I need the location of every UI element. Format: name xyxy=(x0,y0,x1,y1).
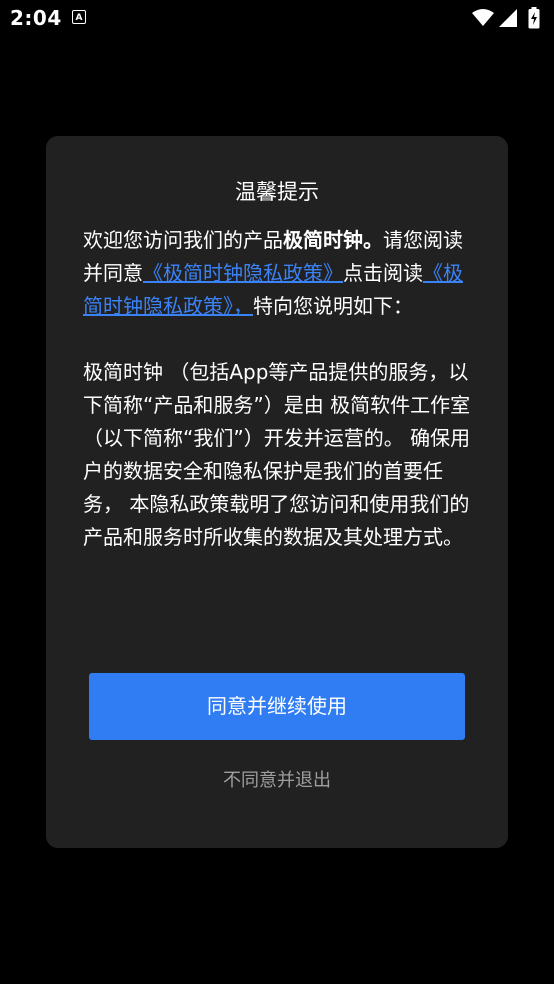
dialog-body: 欢迎您访问我们的产品极简时钟。请您阅读并同意《极简时钟隐私政策》点击阅读《极简时… xyxy=(83,224,479,554)
intro-text-3: 点击阅读 xyxy=(343,261,423,285)
status-bar: 2:04 A xyxy=(0,0,554,40)
privacy-dialog: 温馨提示 欢迎您访问我们的产品极简时钟。请您阅读并同意《极简时钟隐私政策》点击阅… xyxy=(46,136,508,848)
status-icons xyxy=(472,7,542,29)
intro-paragraph: 欢迎您访问我们的产品极简时钟。请您阅读并同意《极简时钟隐私政策》点击阅读《极简时… xyxy=(83,224,479,323)
battery-charging-icon xyxy=(528,7,540,29)
status-time: 2:04 xyxy=(10,6,62,30)
disagree-exit-button[interactable]: 不同意并退出 xyxy=(46,766,508,792)
privacy-policy-link-1[interactable]: 《极简时钟隐私政策》 xyxy=(143,261,343,285)
wifi-icon xyxy=(472,9,494,26)
agree-continue-button[interactable]: 同意并继续使用 xyxy=(89,673,465,740)
intro-text-4: 特向您说明如下： xyxy=(253,294,413,318)
intro-text-1: 欢迎您访问我们的产品 xyxy=(83,228,283,252)
signal-icon xyxy=(499,9,517,27)
product-name: 极简时钟。 xyxy=(283,228,383,252)
a-icon: A xyxy=(72,10,86,24)
dialog-title: 温馨提示 xyxy=(235,180,319,204)
policy-description: 极简时钟 （包括App等产品提供的服务，以下简称“产品和服务”）是由 极简软件工… xyxy=(83,360,471,549)
